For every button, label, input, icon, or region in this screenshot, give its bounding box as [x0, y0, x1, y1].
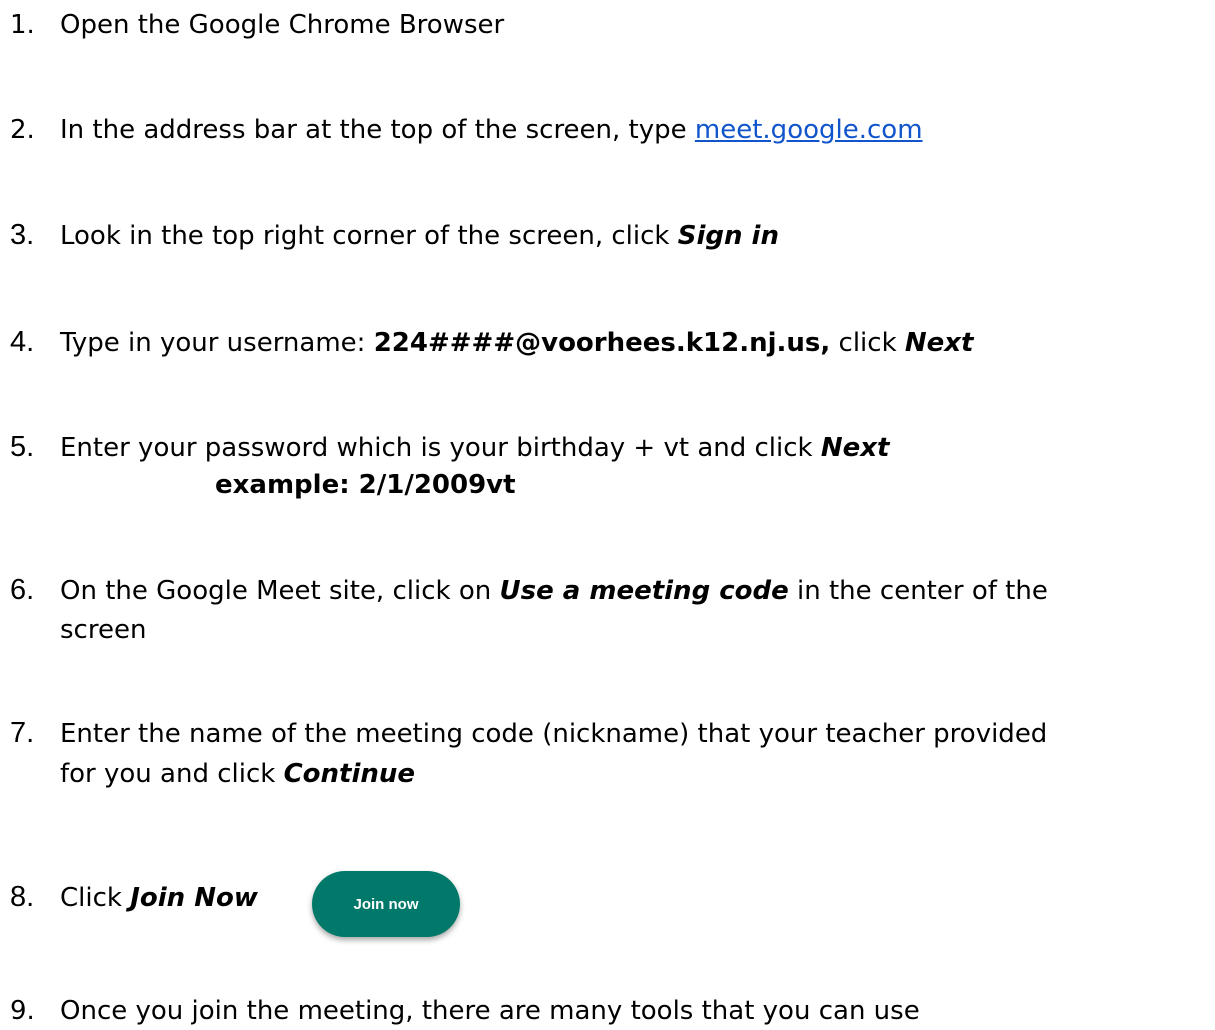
step-2: 2. In the address bar at the top of the s… [10, 113, 923, 147]
step-number: 2. [10, 115, 35, 145]
step-text: Open the Google Chrome Browser [60, 10, 505, 40]
step-text: Once you join the meeting, there are man… [60, 996, 920, 1026]
step-7: 7. Enter the name of the meeting code (ni… [10, 716, 1047, 751]
step-action: Use a meeting code [499, 576, 789, 606]
step-number: 9. [10, 996, 35, 1026]
step-text: Look in the top right corner of the scre… [60, 221, 678, 251]
step-4: 4. Type in your username: 224####@voorhee… [10, 325, 973, 360]
step-number: 8. [10, 881, 35, 913]
step-action: Join Now [130, 883, 258, 913]
step-6: 6. On the Google Meet site, click on Use … [10, 573, 1048, 608]
step-6-continuation: screen [60, 615, 147, 645]
password-example: example: 2/1/2009vt [215, 470, 516, 500]
step-text: Enter the name of the meeting code (nick… [60, 719, 1048, 749]
step-number: 6. [10, 574, 35, 606]
step-number: 1. [10, 10, 35, 40]
step-action: Next [820, 433, 890, 463]
step-7-continuation: for you and click Continue [60, 757, 415, 791]
step-number: 5. [10, 431, 35, 463]
step-8: 8. Click Join Now [10, 880, 258, 915]
step-action: Sign in [677, 221, 779, 251]
step-text-2: click [830, 328, 905, 358]
username-example: 224####@voorhees.k12.nj.us, [373, 328, 831, 358]
step-action: Next [904, 328, 974, 358]
step-number: 3. [10, 219, 35, 251]
step-text: In the address bar at the top of the scr… [60, 115, 695, 145]
step-text-2: for you and click [60, 759, 284, 789]
step-text: On the Google Meet site, click on [60, 576, 500, 606]
step-text: Click [60, 883, 131, 913]
step-3: 3. Look in the top right corner of the sc… [10, 218, 779, 253]
step-number: 4. [10, 326, 35, 358]
step-text: Type in your username: [60, 328, 374, 358]
step-text-2: in the center of the [788, 576, 1048, 606]
step-number: 7. [10, 717, 35, 749]
step-9: 9. Once you join the meeting, there are m… [10, 994, 920, 1028]
step-5: 5. Enter your password which is your birt… [10, 430, 889, 465]
step-text: Enter your password which is your birthd… [60, 433, 821, 463]
step-1: 1. Open the Google Chrome Browser [10, 8, 504, 42]
step-action: Continue [283, 759, 416, 789]
join-now-button[interactable]: Join now [312, 871, 460, 937]
meet-google-link[interactable]: meet.google.com [695, 115, 923, 145]
